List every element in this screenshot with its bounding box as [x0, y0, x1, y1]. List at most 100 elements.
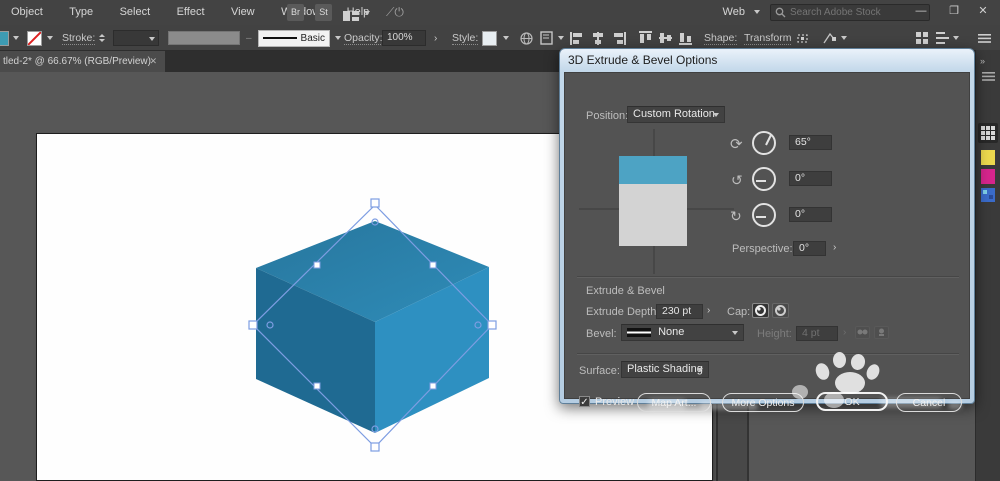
preview-checkbox[interactable]: ✓	[579, 396, 590, 408]
menu-bar: Object Type Select Effect View Window He…	[0, 0, 1000, 25]
magenta-swatch-icon[interactable]	[981, 169, 995, 184]
opacity-expand-chevron[interactable]: ›	[434, 33, 437, 44]
chevron-down-icon	[732, 331, 738, 335]
chevron-down-icon[interactable]	[335, 36, 341, 40]
menu-object[interactable]: Object	[0, 0, 54, 25]
gpu-performance-icon[interactable]: ⟋⏻	[386, 5, 404, 20]
expand-panels-icon[interactable]: »	[980, 56, 985, 66]
workspace-label: Web	[722, 6, 745, 18]
more-options-button[interactable]: More Options	[722, 393, 804, 412]
arrange-documents-icon[interactable]	[343, 8, 359, 26]
surface-label: Surface:	[579, 365, 620, 377]
brush-preview[interactable]	[168, 31, 240, 45]
align-vertical-top-icon[interactable]	[639, 31, 652, 45]
stroke-label[interactable]: Stroke:	[62, 32, 96, 45]
dialog-body: Position: Custom Rotation ⟳ 65° ↺ 0° ↻ 0…	[564, 72, 970, 412]
cap-hollow-button[interactable]	[772, 303, 789, 318]
3d-extrude-bevel-dialog: 3D Extrude & Bevel Options Position: Cus…	[559, 48, 975, 412]
rotate-y-dial[interactable]	[752, 167, 776, 191]
rotate-z-axis-icon: ↻	[730, 208, 742, 224]
rotate-y-axis-icon: ↺	[731, 172, 743, 188]
document-tab-title: tled-2* @ 66.67% (RGB/Preview)	[3, 56, 151, 67]
document-setup-icon[interactable]	[540, 25, 564, 51]
document-tab[interactable]: tled-2* @ 66.67% (RGB/Preview) ✕	[0, 51, 165, 72]
search-icon	[775, 7, 786, 18]
align-horizontal-right-icon[interactable]	[612, 31, 626, 45]
stroke-weight-dropdown[interactable]	[113, 30, 159, 46]
align-vertical-center-icon[interactable]	[659, 31, 672, 45]
stroke-color-swatch[interactable]	[27, 30, 42, 46]
rotate-x-axis-icon: ⟳	[730, 136, 743, 153]
map-art-button[interactable]: Map Art...	[637, 393, 711, 412]
fill-color-swatch[interactable]	[0, 30, 9, 46]
align-horizontal-left-icon[interactable]	[570, 31, 584, 45]
surface-value: Plastic Shading	[627, 363, 703, 375]
perspective-expand-chevron[interactable]: ›	[833, 242, 836, 253]
align-horizontal-center-icon[interactable]	[591, 31, 605, 45]
bevel-label: Bevel:	[586, 328, 617, 340]
style-swatch[interactable]	[482, 30, 497, 46]
workspace-switcher[interactable]: Web	[723, 0, 760, 25]
bevel-value: None	[658, 326, 685, 338]
surface-dropdown[interactable]: Plastic Shading	[621, 361, 709, 378]
swatches-panel-icon[interactable]	[978, 123, 998, 143]
brush-definition-dropdown[interactable]: Basic	[258, 29, 330, 47]
height-field: 4 pt	[796, 326, 838, 341]
perspective-label: Perspective:	[732, 243, 793, 255]
panel-menu-icon[interactable]	[978, 25, 991, 51]
section-divider	[577, 353, 959, 355]
menu-view[interactable]: View	[220, 0, 266, 25]
panel-dock: »	[975, 50, 1000, 481]
menu-effect[interactable]: Effect	[166, 0, 216, 25]
yellow-swatch-icon[interactable]	[981, 150, 995, 165]
stock-button[interactable]: St	[315, 4, 332, 21]
perspective-field[interactable]: 0°	[793, 241, 826, 256]
opacity-value-field[interactable]: 100%	[382, 30, 426, 46]
ok-button[interactable]: OK	[816, 392, 888, 411]
position-value: Custom Rotation	[633, 108, 715, 120]
close-button[interactable]: ✕	[972, 0, 994, 22]
extrude-bevel-section-label: Extrude & Bevel	[586, 285, 665, 297]
opacity-label[interactable]: Opacity:	[344, 32, 383, 45]
basic-brush-stroke-icon	[263, 37, 297, 39]
chevron-down-icon[interactable]	[47, 36, 53, 40]
section-divider	[577, 276, 959, 278]
cancel-button[interactable]: Cancel	[896, 393, 962, 412]
stock-search-box[interactable]	[770, 4, 930, 21]
chevron-down-icon[interactable]	[364, 11, 370, 15]
rotate-z-dial[interactable]	[752, 203, 776, 227]
menu-type[interactable]: Type	[58, 0, 104, 25]
search-input[interactable]	[790, 7, 920, 18]
shape-label[interactable]: Shape:	[704, 32, 738, 45]
bevel-dropdown[interactable]: None	[621, 324, 744, 341]
rotate-z-field[interactable]: 0°	[789, 207, 832, 222]
restore-button[interactable]: ❐	[943, 0, 965, 22]
stroke-weight-stepper[interactable]	[99, 25, 105, 51]
chevron-down-icon[interactable]	[503, 36, 509, 40]
height-label: Height:	[757, 328, 792, 340]
tab-close-icon[interactable]: ✕	[149, 51, 157, 72]
document-setup-globe-icon[interactable]	[520, 25, 533, 51]
panel-menu-icon[interactable]	[982, 72, 995, 81]
style-label[interactable]: Style:	[452, 32, 479, 45]
align-vertical-bottom-icon[interactable]	[679, 31, 692, 45]
extrude-depth-label: Extrude Depth:	[586, 306, 660, 318]
bridge-button[interactable]: Br	[287, 4, 304, 21]
transform-label[interactable]: Transform	[744, 32, 792, 45]
extruded-cube-artwork[interactable]	[230, 185, 520, 465]
chevron-down-icon	[754, 10, 760, 15]
rotate-x-field[interactable]: 65°	[789, 135, 832, 150]
menu-select[interactable]: Select	[109, 0, 162, 25]
cap-solid-button[interactable]	[752, 303, 769, 318]
pattern-swatch-icon[interactable]	[981, 188, 995, 202]
rotation-preview-widget[interactable]	[579, 129, 739, 274]
chevron-down-icon[interactable]	[13, 36, 19, 40]
rotate-y-field[interactable]: 0°	[789, 171, 832, 186]
bevel-extent-out-button	[855, 326, 870, 339]
rotate-x-dial[interactable]	[752, 131, 776, 155]
extrude-depth-field[interactable]: 230 pt	[656, 304, 703, 319]
extrude-depth-expand-chevron[interactable]: ›	[707, 305, 710, 316]
dialog-title: 3D Extrude & Bevel Options	[568, 53, 718, 67]
position-dropdown[interactable]: Custom Rotation	[627, 106, 725, 123]
minimize-button[interactable]: —	[910, 0, 932, 22]
